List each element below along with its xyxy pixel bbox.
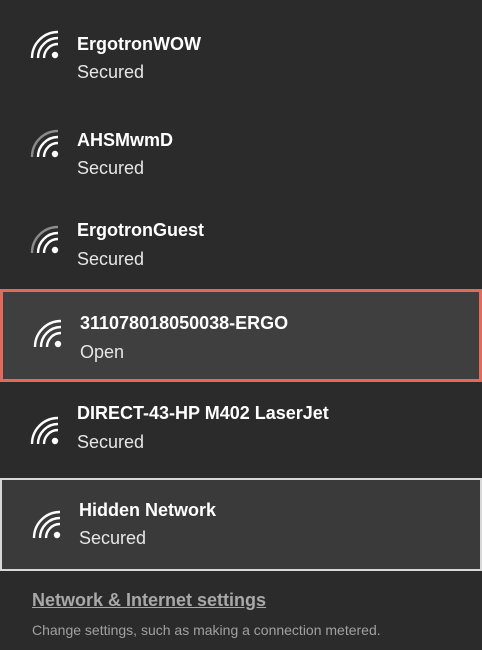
network-name: 311078018050038-ERGO xyxy=(80,313,289,333)
network-name: DIRECT-43-HP M402 LaserJet xyxy=(77,403,329,423)
wifi-signal-icon xyxy=(30,510,64,540)
wifi-signal-icon xyxy=(28,30,62,60)
network-status: Open xyxy=(80,342,125,362)
network-status: Secured xyxy=(79,528,147,548)
wifi-signal-icon xyxy=(28,129,62,159)
network-item[interactable]: ErgotronGuest Secured xyxy=(0,192,482,285)
network-status: Secured xyxy=(77,62,145,82)
network-status: Secured xyxy=(77,249,145,269)
network-settings-link[interactable]: Network & Internet settings xyxy=(32,590,266,611)
network-item[interactable]: ErgotronWOW Secured xyxy=(0,0,482,93)
network-item[interactable]: DIRECT-43-HP M402 LaserJet Secured xyxy=(0,385,482,478)
network-status: Secured xyxy=(77,432,145,452)
settings-description: Change settings, such as making a connec… xyxy=(32,622,381,638)
network-name: ErgotronGuest xyxy=(77,220,205,240)
network-name: ErgotronWOW xyxy=(77,34,201,54)
wifi-signal-icon xyxy=(28,416,62,446)
settings-section: Network & Internet settings Change setti… xyxy=(0,576,482,650)
wifi-flyout: ErgotronWOW Secured AHSMwmD Secured Ergo… xyxy=(0,0,482,650)
network-name: Hidden Network xyxy=(79,500,217,520)
network-item-focused[interactable]: Hidden Network Secured xyxy=(0,478,482,571)
network-status: Secured xyxy=(77,158,145,178)
network-item-selected[interactable]: 311078018050038-ERGO Open xyxy=(0,289,482,382)
wifi-signal-icon xyxy=(28,225,62,255)
wifi-signal-icon xyxy=(31,319,65,349)
network-name: AHSMwmD xyxy=(77,130,174,150)
network-item[interactable]: AHSMwmD Secured xyxy=(0,96,482,189)
